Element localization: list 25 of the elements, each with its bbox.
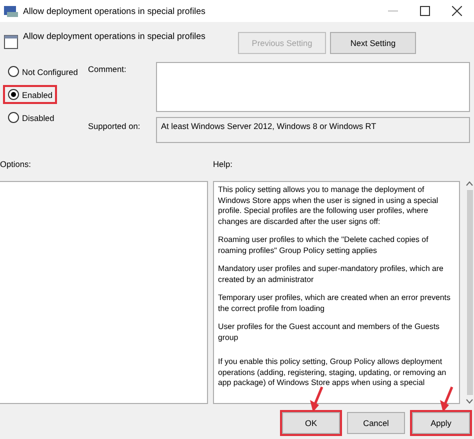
dialog-button[interactable]: Cancel [347, 412, 405, 434]
app-icon [4, 5, 18, 17]
supported-field: At least Windows Server 2012, Windows 8 or Windows RT [156, 117, 470, 143]
next-setting-button[interactable]: Next Setting [330, 32, 416, 54]
options-label: Options: [0, 159, 31, 169]
radio-icon[interactable] [8, 89, 19, 100]
radio-option[interactable]: Not Configured [3, 62, 83, 81]
scroll-down-icon[interactable] [466, 399, 473, 404]
dialog-button[interactable]: OK [282, 412, 340, 434]
radio-icon[interactable] [8, 112, 19, 123]
dialog-button[interactable]: Apply [412, 412, 470, 434]
help-label: Help: [213, 159, 232, 169]
radio-icon[interactable] [8, 66, 19, 77]
scrollbar-thumb[interactable] [466, 190, 472, 395]
setting-title: Allow deployment operations in special profiles [23, 30, 206, 41]
comment-label: Comment: [88, 63, 128, 76]
policy-icon [4, 34, 18, 48]
supported-label: Supported on: [88, 120, 142, 133]
window-title: Allow deployment operations in special profiles [23, 6, 206, 16]
radio-option[interactable]: Disabled [3, 108, 60, 127]
radio-option[interactable]: Enabled [3, 85, 58, 104]
scroll-up-icon[interactable] [466, 181, 473, 186]
close-icon[interactable] [452, 6, 462, 16]
comment-field[interactable] [156, 62, 470, 112]
maximize-icon[interactable] [420, 6, 430, 16]
